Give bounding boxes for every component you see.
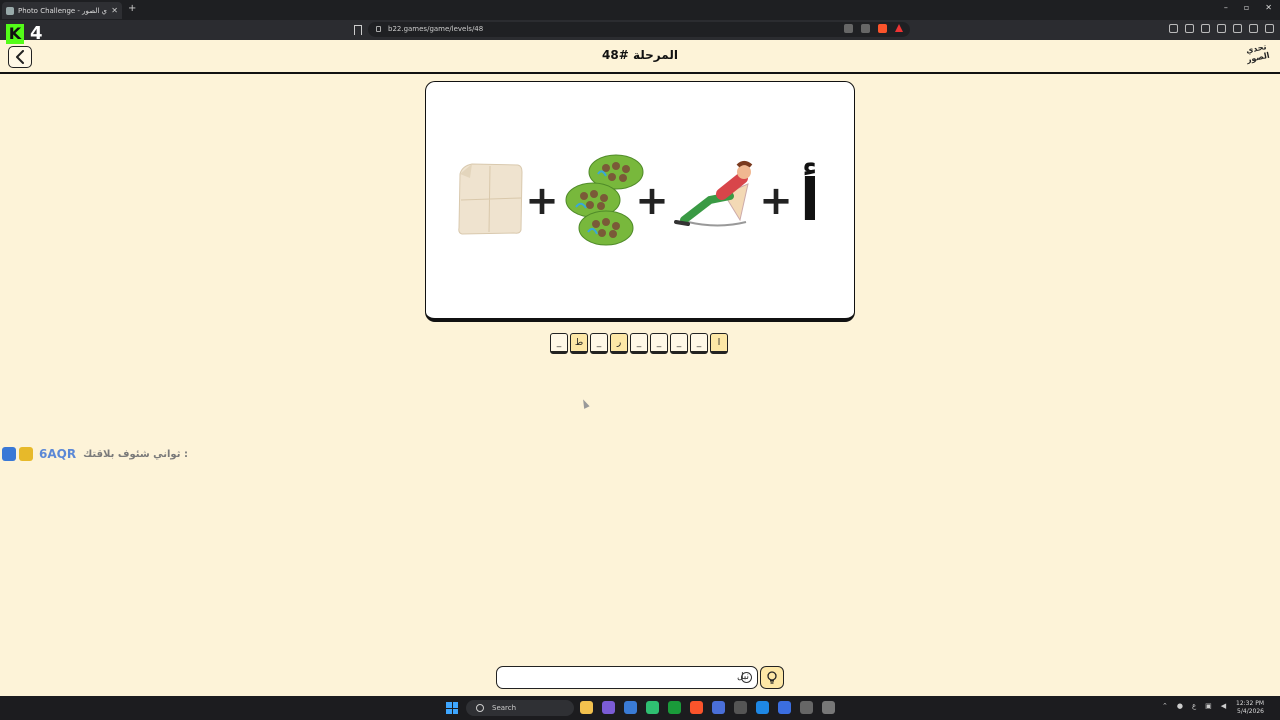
brave-icon[interactable] (690, 701, 703, 714)
close-window-button[interactable]: ✕ (1265, 3, 1272, 12)
toolbar-right-icons (1169, 24, 1274, 33)
clock-time: 12:32 PM (1236, 700, 1264, 707)
answer-slot[interactable]: ط (570, 333, 588, 354)
browser-tab[interactable]: Photo Challenge - تحدي الصور ✕ (2, 2, 122, 19)
url-action-icons (844, 24, 903, 33)
screenshot-icon[interactable] (1169, 24, 1178, 33)
answer-slots: _ ط _ ر _ _ _ _ ا (550, 333, 728, 354)
puzzle-card: + + + أ (425, 81, 855, 322)
vpn-icon[interactable] (1249, 24, 1258, 33)
viewer-count: 4 (30, 23, 43, 44)
brave-rewards-icon[interactable] (895, 24, 903, 32)
tab-favicon-icon (6, 6, 14, 15)
mouse-cursor (580, 398, 590, 409)
kick-logo: K (6, 24, 24, 44)
answer-slot[interactable]: _ (690, 333, 708, 354)
xbox-icon[interactable] (668, 701, 681, 714)
file-explorer-icon[interactable] (580, 701, 593, 714)
plus-sign: + (759, 178, 793, 224)
app-icon[interactable] (646, 701, 659, 714)
answer-slot[interactable]: _ (670, 333, 688, 354)
puzzle-letter: أ (800, 162, 820, 234)
relaxing-person-icon (674, 161, 753, 227)
chat-message: ثواني شئوف بلاقتك : (83, 448, 188, 460)
answer-slot[interactable]: _ (550, 333, 568, 354)
crown-icon (19, 447, 33, 461)
sidebar-icon[interactable] (1201, 24, 1210, 33)
clear-icon[interactable] (741, 672, 752, 683)
paper-icon (458, 163, 523, 235)
new-tab-button[interactable]: + (128, 3, 136, 14)
volume-icon[interactable]: ◀ (1221, 702, 1226, 710)
answer-slot[interactable]: ا (710, 333, 728, 354)
menu-icon[interactable] (1265, 24, 1274, 33)
minimize-button[interactable]: – (1224, 3, 1228, 12)
kick-stream-overlay: K 4 (4, 23, 50, 46)
chat-username: 6AQR (39, 447, 77, 461)
app-icon-4[interactable] (822, 701, 835, 714)
edge-icon[interactable] (756, 701, 769, 714)
lightbulb-icon (767, 670, 777, 684)
answer-input[interactable]: نبل (496, 666, 758, 689)
network-icon[interactable]: ▣ (1205, 702, 1212, 710)
answer-slot[interactable]: _ (650, 333, 668, 354)
media-icon[interactable] (1185, 24, 1194, 33)
defender-icon[interactable] (712, 701, 725, 714)
bookmark-icon[interactable] (354, 25, 362, 35)
badge-icon (2, 447, 16, 461)
back-button[interactable] (8, 46, 32, 68)
chevron-up-icon[interactable]: ⌃ (1162, 702, 1168, 710)
discord-icon[interactable] (602, 701, 615, 714)
answer-slot[interactable]: ر (610, 333, 628, 354)
taskbar-apps (580, 701, 835, 714)
clock-date: 5/4/2026 (1237, 708, 1264, 715)
app-icon-2[interactable] (778, 701, 791, 714)
url-field[interactable]: b22.games/game/levels/48 (368, 22, 910, 37)
app-icon-3[interactable] (800, 701, 813, 714)
page-title: المرحلة #48 (602, 48, 678, 62)
share-icon[interactable] (861, 24, 870, 33)
stream-chat-overlay: 6AQR ثواني شئوف بلاقتك : (2, 447, 188, 461)
answer-slot[interactable]: _ (590, 333, 608, 354)
wallet-icon[interactable] (1217, 24, 1226, 33)
hint-button[interactable] (760, 666, 784, 689)
brave-shields-icon[interactable] (878, 24, 887, 33)
system-tray: ⌃ ● ع ▣ ◀ (1162, 702, 1226, 710)
site-info-icon[interactable] (376, 26, 381, 32)
plus-sign: + (635, 178, 669, 224)
answer-slot[interactable]: _ (630, 333, 648, 354)
tab-title: Photo Challenge - تحدي الصور (18, 6, 108, 15)
forest-map-icon (565, 154, 644, 246)
windows-start-icon[interactable] (446, 702, 458, 714)
chrome-icon[interactable] (624, 701, 637, 714)
translate-icon[interactable] (844, 24, 853, 33)
window-controls: – ▫ ✕ (1224, 3, 1272, 12)
url-text: b22.games/game/levels/48 (388, 25, 484, 33)
plus-sign: + (525, 178, 559, 224)
puzzle-image: + + + أ (458, 154, 820, 246)
clock[interactable]: 12:32 PM 5/4/2026 (1236, 700, 1264, 716)
taskbar-search[interactable]: Search (466, 700, 574, 716)
tab-close-icon[interactable]: ✕ (111, 6, 118, 15)
mic-icon[interactable]: ● (1177, 702, 1183, 710)
obs-icon[interactable] (734, 701, 747, 714)
leo-ai-icon[interactable] (1233, 24, 1242, 33)
chevron-left-icon (16, 50, 24, 64)
browser-tab-bar: Photo Challenge - تحدي الصور ✕ + – ▫ ✕ (0, 0, 1280, 20)
restore-button[interactable]: ▫ (1244, 3, 1249, 12)
language-indicator[interactable]: ع (1192, 702, 1196, 710)
